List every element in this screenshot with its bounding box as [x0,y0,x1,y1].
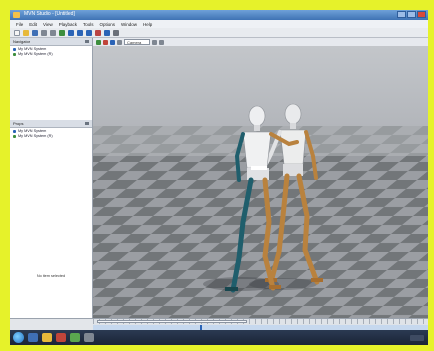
loop-icon[interactable] [104,29,110,36]
navigator-panel-title: Navigator [13,39,31,44]
menu-view[interactable]: View [43,22,53,27]
forward-icon[interactable] [86,29,92,36]
undo-icon[interactable] [41,29,47,36]
app-icon[interactable] [70,333,80,342]
menu-edit[interactable]: Edit [29,22,37,27]
play-icon[interactable] [77,29,83,36]
menu-window[interactable]: Window [121,22,137,27]
open-icon[interactable] [23,29,29,36]
tree-item[interactable]: My MVN System (R) [13,134,53,139]
rewind-icon[interactable] [68,29,74,36]
media-icon[interactable] [56,333,66,342]
system-icon [13,53,16,56]
system-icon [13,130,16,133]
save-icon[interactable] [32,29,38,36]
camera-icon[interactable] [110,39,115,45]
minimize-button[interactable] [397,11,406,18]
system-clock [410,334,424,341]
pin-icon[interactable] [85,40,89,43]
taskbar [10,330,428,345]
props-panel-title: Props [13,121,24,126]
3d-viewport[interactable] [93,46,428,318]
redo-icon[interactable] [50,29,56,36]
pin-icon[interactable] [85,122,89,125]
figure-shadow [249,278,317,290]
new-icon[interactable] [14,29,20,36]
empty-selection-text: No item selected [36,274,66,278]
system-icon [13,48,16,51]
menu-file[interactable]: File [16,22,23,27]
app-icon[interactable] [84,333,94,342]
axis-icon[interactable] [103,39,108,45]
maximize-button[interactable] [407,11,416,18]
start-button[interactable] [13,332,24,343]
props-tree: My MVN System My MVN System (R) [13,129,53,139]
viewport-toolbar: Camera [92,38,428,46]
screenshot-frame: MVN Studio - [Untitled] File Edit View P… [0,0,434,351]
main-toolbar [10,28,428,38]
window-title: MVN Studio - [Untitled] [24,11,75,17]
menu-playback[interactable]: Playback [59,22,77,27]
system-icon [13,135,16,138]
navigator-tree: My MVN System My MVN System (R) [13,47,53,57]
app-icon [13,12,20,18]
pan-icon[interactable] [159,39,164,45]
settings-icon[interactable] [113,29,119,36]
record-icon[interactable] [59,29,65,36]
navigator-panel-header: Navigator [10,38,92,46]
zoom-icon[interactable] [152,39,157,45]
explorer-icon[interactable] [28,333,38,342]
menu-help[interactable]: Help [143,22,152,27]
grid-icon[interactable] [96,39,101,45]
tree-item[interactable]: My MVN System (R) [13,52,53,57]
camera-select[interactable]: Camera [124,39,150,45]
close-button[interactable] [417,11,426,18]
3d-scene [93,46,428,318]
left-sidebar: Navigator My MVN System My MVN System (R… [10,38,93,318]
application-window: MVN Studio - [Untitled] File Edit View P… [10,10,428,345]
stop-icon[interactable] [95,29,101,36]
menu-options[interactable]: Options [100,22,116,27]
props-panel-header: Props [10,120,92,128]
timeline-selection[interactable] [97,320,247,323]
light-icon[interactable] [117,39,122,45]
folder-icon[interactable] [42,333,52,342]
title-bar: MVN Studio - [Untitled] [10,10,428,20]
menu-bar: File Edit View Playback Tools Options Wi… [10,20,428,28]
menu-tools[interactable]: Tools [83,22,94,27]
